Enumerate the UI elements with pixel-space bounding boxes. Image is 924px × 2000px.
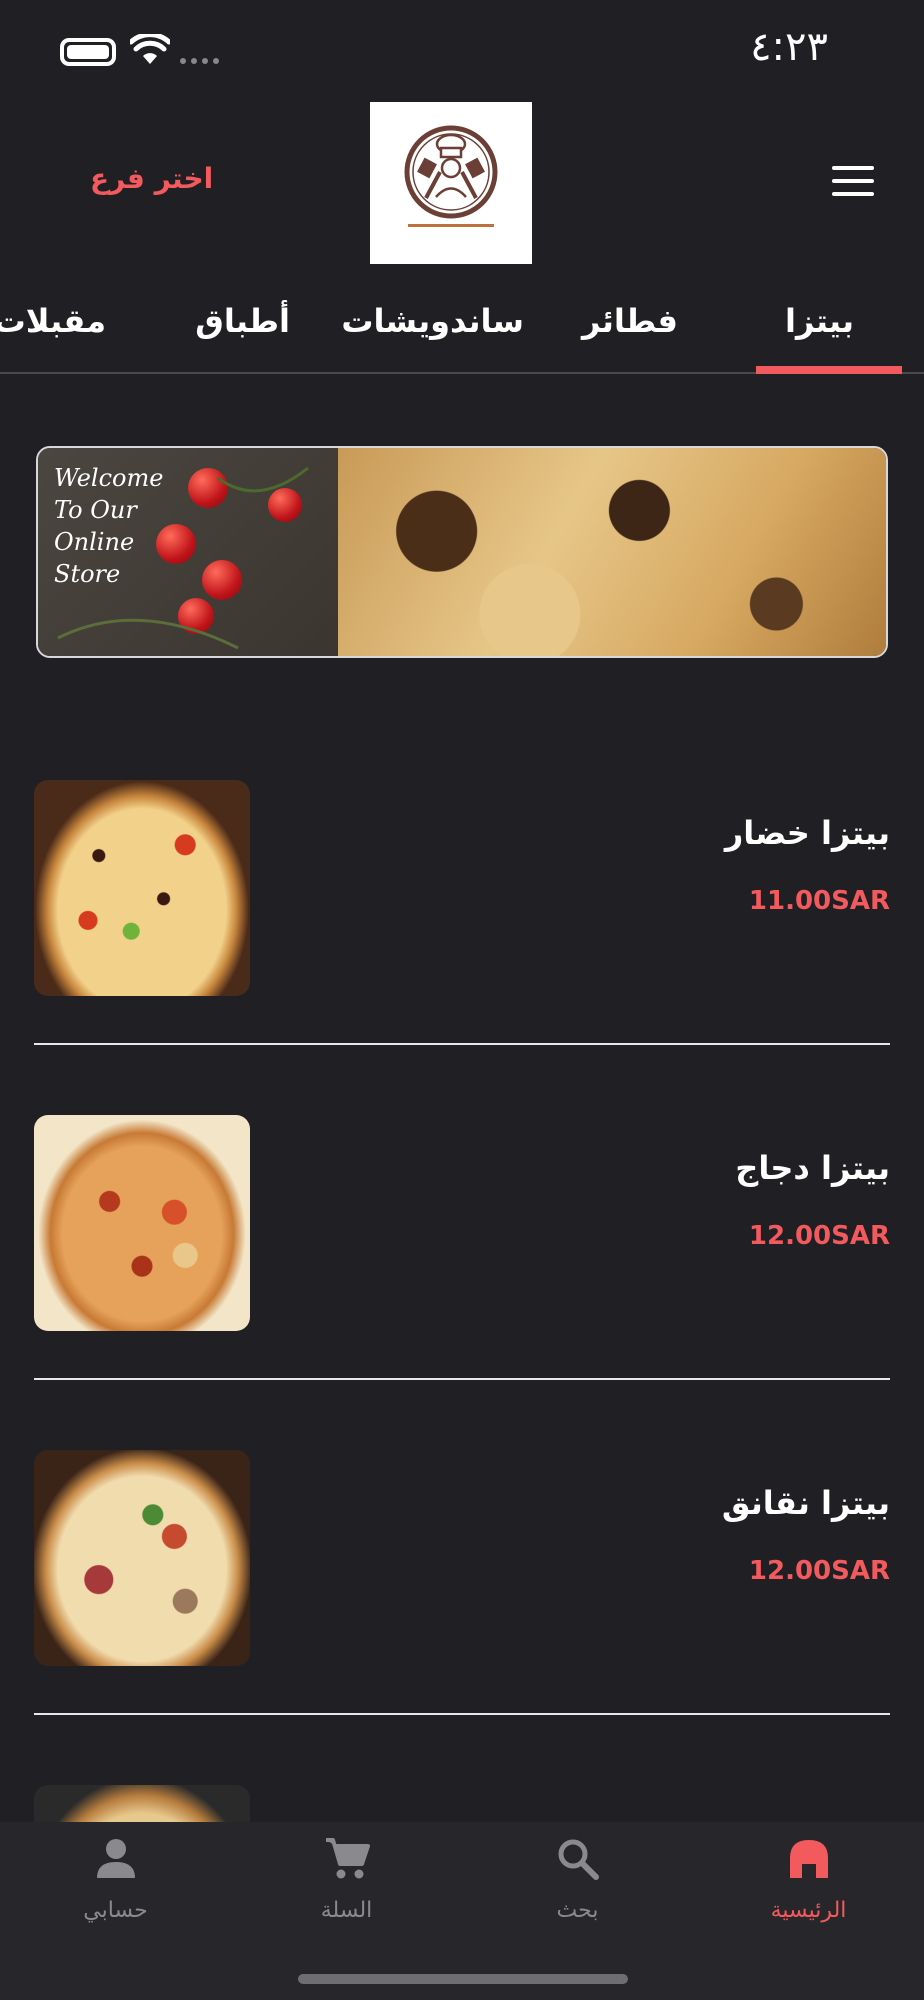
item-name: بيتزا خضار: [724, 814, 890, 852]
category-tabs: بيتزا فطائر ساندويشات أطباق مقبلات: [0, 280, 924, 372]
item-divider: [34, 1378, 890, 1380]
tab-pizza[interactable]: بيتزا: [785, 302, 854, 340]
menu-item[interactable]: بيتزا خضار 11.00SAR: [34, 780, 890, 998]
promo-banner[interactable]: Welcome To Our Online Store: [36, 446, 888, 658]
nav-home-label: الرئيسية: [770, 1898, 847, 1923]
tab-sandwiches[interactable]: ساندويشات: [341, 302, 524, 340]
menu-item[interactable]: بيتزا دجاج 12.00SAR: [34, 1115, 890, 1333]
menu-item-partial[interactable]: [34, 1785, 890, 1822]
cart-icon: [324, 1836, 370, 1886]
item-name: بيتزا دجاج: [735, 1149, 890, 1187]
nav-search[interactable]: بحث: [462, 1822, 693, 1962]
item-divider: [34, 1043, 890, 1045]
status-time: ٤:٢٣: [750, 24, 828, 70]
home-icon: [786, 1836, 832, 1886]
nav-cart[interactable]: السلة: [231, 1822, 462, 1962]
person-icon: [93, 1836, 139, 1886]
item-image: [34, 1450, 250, 1666]
nav-account-label: حسابي: [83, 1898, 148, 1923]
nav-account[interactable]: حسابي: [0, 1822, 231, 1962]
select-branch-button[interactable]: اختر فرع: [90, 162, 213, 195]
tab-appetizers[interactable]: مقبلات: [0, 302, 106, 340]
item-price: 12.00SAR: [748, 1221, 890, 1251]
battery-icon: [60, 38, 116, 66]
menu-button[interactable]: [832, 166, 874, 196]
nav-home[interactable]: الرئيسية: [693, 1822, 924, 1962]
tab-dishes[interactable]: أطباق: [195, 302, 290, 340]
nav-cart-label: السلة: [320, 1898, 373, 1923]
menu-item[interactable]: بيتزا نقانق 12.00SAR: [34, 1450, 890, 1668]
item-price: 12.00SAR: [748, 1556, 890, 1586]
item-image: [34, 1115, 250, 1331]
signal-icon: [180, 58, 219, 64]
item-name: بيتزا نقانق: [721, 1484, 890, 1522]
item-divider: [34, 1713, 890, 1715]
banner-text: Welcome To Our Online Store: [54, 464, 164, 588]
tab-pies[interactable]: فطائر: [582, 302, 678, 340]
nav-search-label: بحث: [556, 1898, 599, 1923]
item-price: 11.00SAR: [748, 886, 890, 916]
item-image: [34, 780, 250, 996]
active-tab-indicator: [756, 366, 902, 374]
wifi-icon: [128, 32, 172, 70]
home-indicator: [298, 1974, 628, 1984]
item-image: [34, 1785, 250, 1822]
search-icon: [555, 1836, 601, 1886]
restaurant-logo: [370, 102, 532, 264]
